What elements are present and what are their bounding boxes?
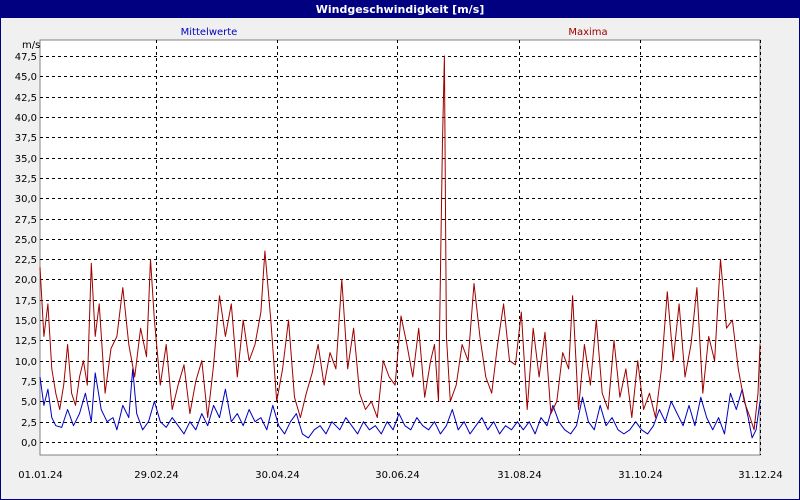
x-tick-label: 31.12.24: [738, 470, 783, 481]
y-tick-label: 45,0: [15, 72, 37, 83]
y-tick-label: 42,5: [15, 93, 37, 104]
x-tick-label: 30.04.24: [255, 470, 300, 481]
legend-label-maxima: Maxima: [568, 27, 607, 38]
x-tick-label: 29.02.24: [134, 470, 179, 481]
y-tick-label: 12,5: [15, 336, 37, 347]
y-tick-label: 32,5: [15, 174, 37, 185]
y-tick-label: 0,0: [21, 438, 37, 449]
x-tick-label: 31.10.24: [618, 470, 663, 481]
y-tick-label: 2,5: [21, 418, 37, 429]
x-tick-label: 01.01.24: [18, 470, 63, 481]
y-tick-label: 22,5: [15, 255, 37, 266]
y-tick-label: 7,5: [21, 377, 37, 388]
x-tick-label: 31.08.24: [497, 470, 542, 481]
y-tick-label: 25,0: [15, 235, 37, 246]
y-tick-label: 10,0: [15, 357, 37, 368]
chart-canvas: 0,0 2,5 5,0 7,5 10,0 12,5 15,0 17,5 20,0 22,5 25,0…: [15, 27, 783, 481]
y-tick-label: 47,5: [15, 52, 37, 63]
y-axis-unit-label: m/s: [22, 40, 40, 51]
y-tick-label: 20,0: [15, 275, 37, 286]
y-tick-label: 27,5: [15, 215, 37, 226]
y-tick-label: 17,5: [15, 296, 37, 307]
x-tick-label: 30.06.24: [375, 470, 420, 481]
legend-label-mittelwerte: Mittelwerte: [181, 27, 238, 38]
y-tick-label: 40,0: [15, 113, 37, 124]
y-tick-label: 35,0: [15, 154, 37, 165]
y-tick-label: 37,5: [15, 133, 37, 144]
y-tick-label: 5,0: [21, 397, 37, 408]
y-tick-label: 15,0: [15, 316, 37, 327]
plot-area: [39, 39, 761, 456]
y-tick-label: 30,0: [15, 194, 37, 205]
